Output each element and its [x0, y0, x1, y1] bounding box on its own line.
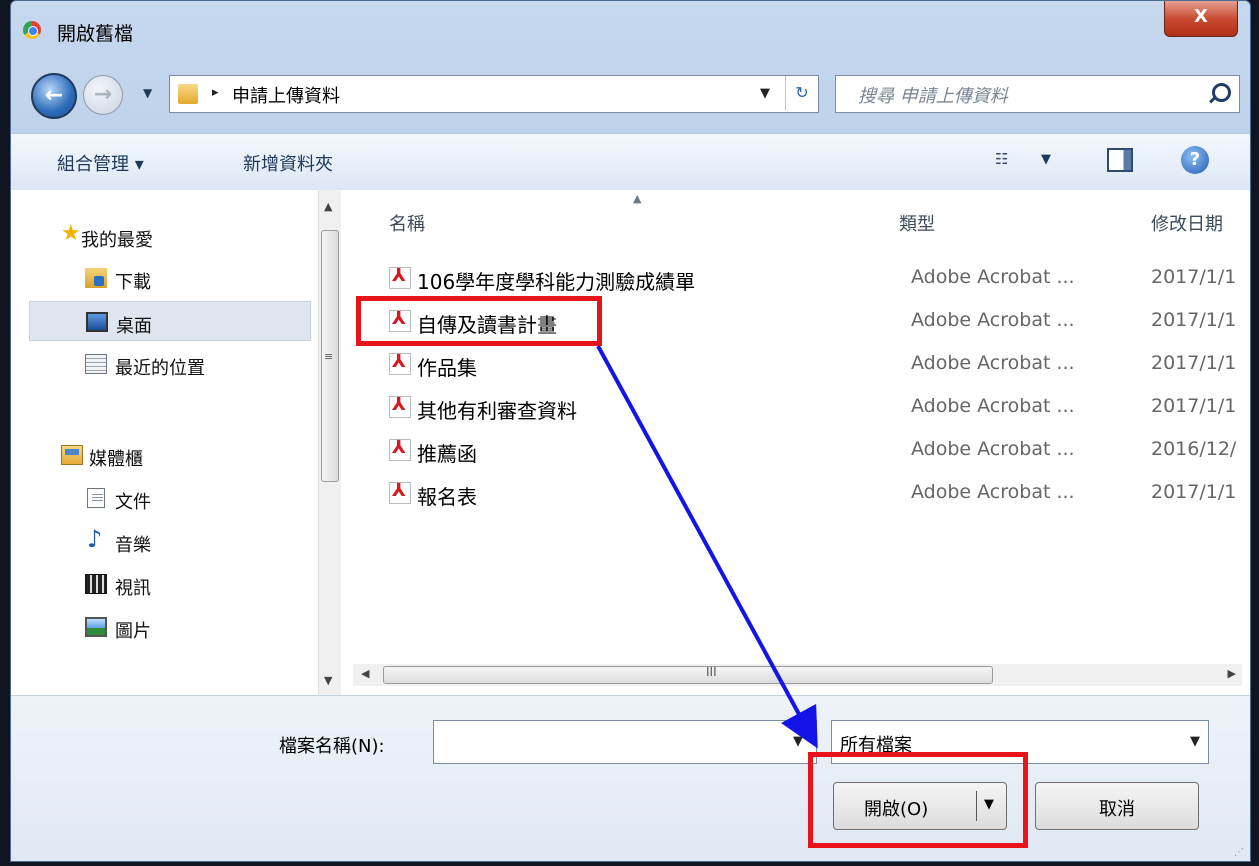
annotation-arrow: [596, 345, 818, 749]
annotation-arrow-line: [596, 345, 818, 749]
